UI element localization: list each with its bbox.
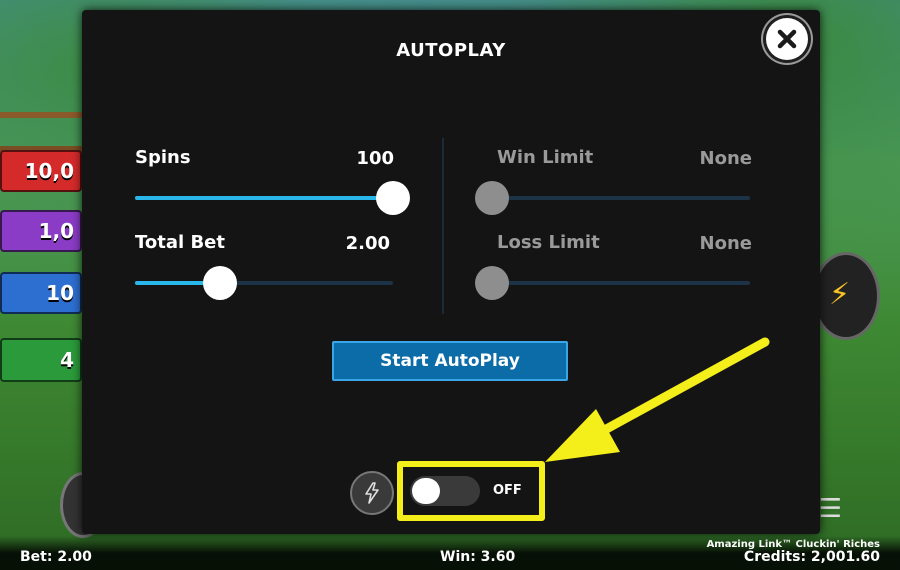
loss-limit-label: Loss Limit [497,232,600,253]
spins-slider-thumb[interactable] [376,181,410,215]
total-bet-label: Total Bet [135,232,225,253]
loss-limit-slider-thumb[interactable] [475,266,509,300]
spins-value: 100 [356,148,394,169]
spins-slider-fill [135,196,393,200]
minor-prize-value: 1,0 [38,219,74,243]
lightning-icon [365,482,379,504]
menu-icon[interactable]: ☰ [819,494,842,524]
mini-prize-value: 10 [46,281,74,305]
win-limit-slider-thumb[interactable] [475,181,509,215]
status-bar: Bet: 2.00 Win: 3.60 Amazing Link™ Clucki… [0,536,900,570]
game-logo [818,78,900,188]
credits-readout: Credits: 2,001.60 [743,549,880,565]
micro-prize-value: 4 [60,348,74,372]
spins-label: Spins [135,147,191,168]
column-divider [442,138,444,314]
loss-limit-value: None [699,233,752,254]
dialog-title: AUTOPLAY [396,40,506,61]
fence-decoration [0,112,82,152]
total-bet-value: 2.00 [345,233,390,254]
close-button[interactable] [766,18,808,60]
win-limit-value: None [699,148,752,169]
loss-limit-slider[interactable] [475,266,750,300]
start-autoplay-button[interactable]: Start AutoPlay [332,341,568,381]
major-prize-value: 10,0 [24,159,74,183]
micro-prize-panel: 4 [0,338,82,382]
minor-prize-panel: 1,0 [0,210,82,252]
turbo-button[interactable] [350,471,394,515]
spin-button[interactable]: ⚡ [812,252,880,340]
win-readout: Win: 3.60 [440,549,516,565]
autoplay-dialog: AUTOPLAY Spins 100 Total Bet 2.00 Win Li… [82,10,820,534]
close-icon [777,29,797,49]
win-limit-slider[interactable] [475,181,750,215]
total-bet-slider-thumb[interactable] [203,266,237,300]
mini-prize-panel: 10 [0,272,82,314]
total-bet-slider[interactable] [135,266,393,300]
major-prize-panel: 10,0 [0,150,82,192]
spin-icon: ⚡ [829,277,851,312]
win-limit-label: Win Limit [497,147,594,168]
spins-slider[interactable] [135,181,410,215]
bet-readout: Bet: 2.00 [20,549,92,565]
highlight-box [397,461,545,521]
